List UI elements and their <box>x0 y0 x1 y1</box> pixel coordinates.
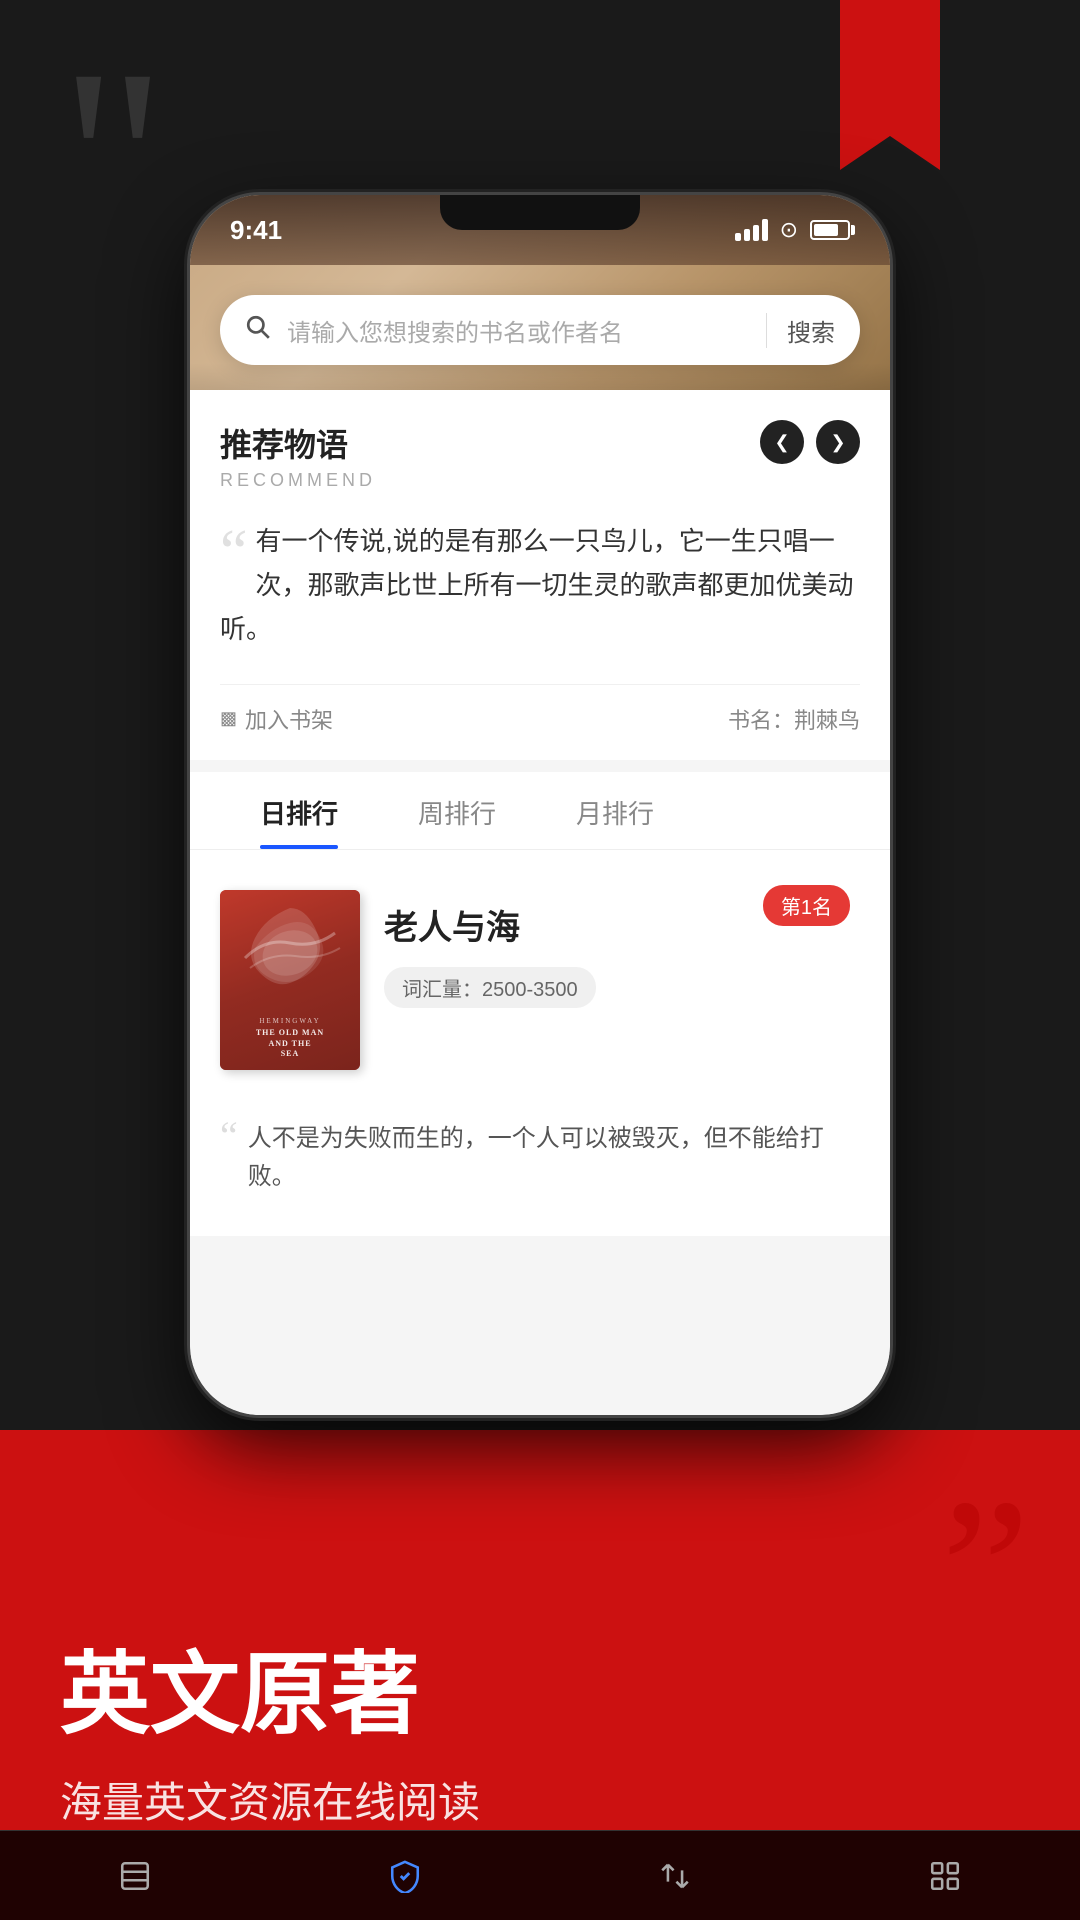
quote-open-icon: “ <box>220 531 248 574</box>
book-quote-text: 人不是为失败而生的，一个人可以被毁灭，但不能给打败。 <box>248 1120 860 1197</box>
tab-monthly[interactable]: 月排行 <box>536 772 694 849</box>
rank-badge: 第1名 <box>763 885 850 926</box>
tab-weekly[interactable]: 周排行 <box>378 772 536 849</box>
search-placeholder: 请输入您想搜索的书名或作者名 <box>287 313 746 348</box>
search-divider <box>766 313 767 348</box>
book-cover-art <box>220 898 360 998</box>
search-button[interactable]: 搜索 <box>787 313 835 348</box>
nav-shield-item[interactable] <box>375 1846 435 1906</box>
recommend-footer: ▩ 加入书架 书名：荆棘鸟 <box>220 684 860 735</box>
bg-bookmark-decoration <box>840 0 940 170</box>
tab-daily[interactable]: 日排行 <box>220 772 378 849</box>
phone-screen: 9:41 ⊙ 请输入您想搜索的书名或作者名 <box>190 195 890 1415</box>
book-cover-text: HEMINGWAY THE OLD MAN AND THE SEA <box>256 1017 324 1059</box>
tabs-row: 日排行 周排行 月排行 <box>220 772 860 849</box>
book-info: 第1名 老人与海 词汇量：2500-3500 <box>384 890 860 1008</box>
phone-frame: 9:41 ⊙ 请输入您想搜索的书名或作者名 <box>190 195 890 1415</box>
recommend-header: 推荐物语 RECOMMEND ❮ ❯ <box>220 420 860 491</box>
red-main-title: 英文原著 <box>60 1621 1020 1751</box>
table-row[interactable]: HEMINGWAY THE OLD MAN AND THE SEA 第1名 <box>220 875 860 1085</box>
book-name-label: 书名：荆棘鸟 <box>728 703 860 735</box>
recommend-subtitle: RECOMMEND <box>220 470 376 491</box>
bookmark-icon: ▩ <box>220 708 237 729</box>
book-cover-title: THE OLD MAN AND THE SEA <box>256 1028 324 1059</box>
red-band: 英文原著 海量英文资源在线阅读 ” <box>0 1430 1080 1920</box>
phone-notch <box>440 195 640 230</box>
red-sub-title: 海量英文资源在线阅读 <box>60 1769 1020 1830</box>
signal-icon <box>735 219 768 241</box>
recommend-text: “有一个传说,说的是有那么一只鸟儿，它一生只唱一次，那歌声比世上所有一切生灵的歌… <box>220 509 860 662</box>
recommend-section: 推荐物语 RECOMMEND ❮ ❯ “有一个传说,说的是有那么一只鸟儿，它一生… <box>190 390 890 760</box>
status-time: 9:41 <box>230 215 282 246</box>
book-list: HEMINGWAY THE OLD MAN AND THE SEA 第1名 <box>190 850 890 1237</box>
book-tag: 词汇量：2500-3500 <box>384 967 596 1008</box>
book-cover: HEMINGWAY THE OLD MAN AND THE SEA <box>220 890 360 1070</box>
quote-mark-icon: “ <box>220 1120 238 1152</box>
nav-swap-item[interactable] <box>645 1846 705 1906</box>
recommend-title: 推荐物语 <box>220 420 376 466</box>
nav-arrows: ❮ ❯ <box>760 420 860 464</box>
ranking-tabs: 日排行 周排行 月排行 <box>190 772 890 850</box>
nav-frame-item[interactable] <box>915 1846 975 1906</box>
add-shelf-button[interactable]: ▩ 加入书架 <box>220 703 333 735</box>
bottom-nav <box>0 1830 1080 1920</box>
bg-quote-decoration: " <box>60 30 166 290</box>
recommend-title-wrap: 推荐物语 RECOMMEND <box>220 420 376 491</box>
nav-book-item[interactable] <box>105 1846 165 1906</box>
wifi-icon: ⊙ <box>780 217 798 243</box>
search-icon <box>245 314 271 347</box>
battery-icon <box>810 220 850 240</box>
red-quote-decor: ” <box>941 1470 1030 1670</box>
status-icons: ⊙ <box>735 217 850 243</box>
search-bar[interactable]: 请输入您想搜索的书名或作者名 搜索 <box>220 295 860 365</box>
main-content: 推荐物语 RECOMMEND ❮ ❯ “有一个传说,说的是有那么一只鸟儿，它一生… <box>190 390 890 1415</box>
prev-button[interactable]: ❮ <box>760 420 804 464</box>
next-button[interactable]: ❯ <box>816 420 860 464</box>
book-quote: “ 人不是为失败而生的，一个人可以被毁灭，但不能给打败。 <box>220 1105 860 1212</box>
